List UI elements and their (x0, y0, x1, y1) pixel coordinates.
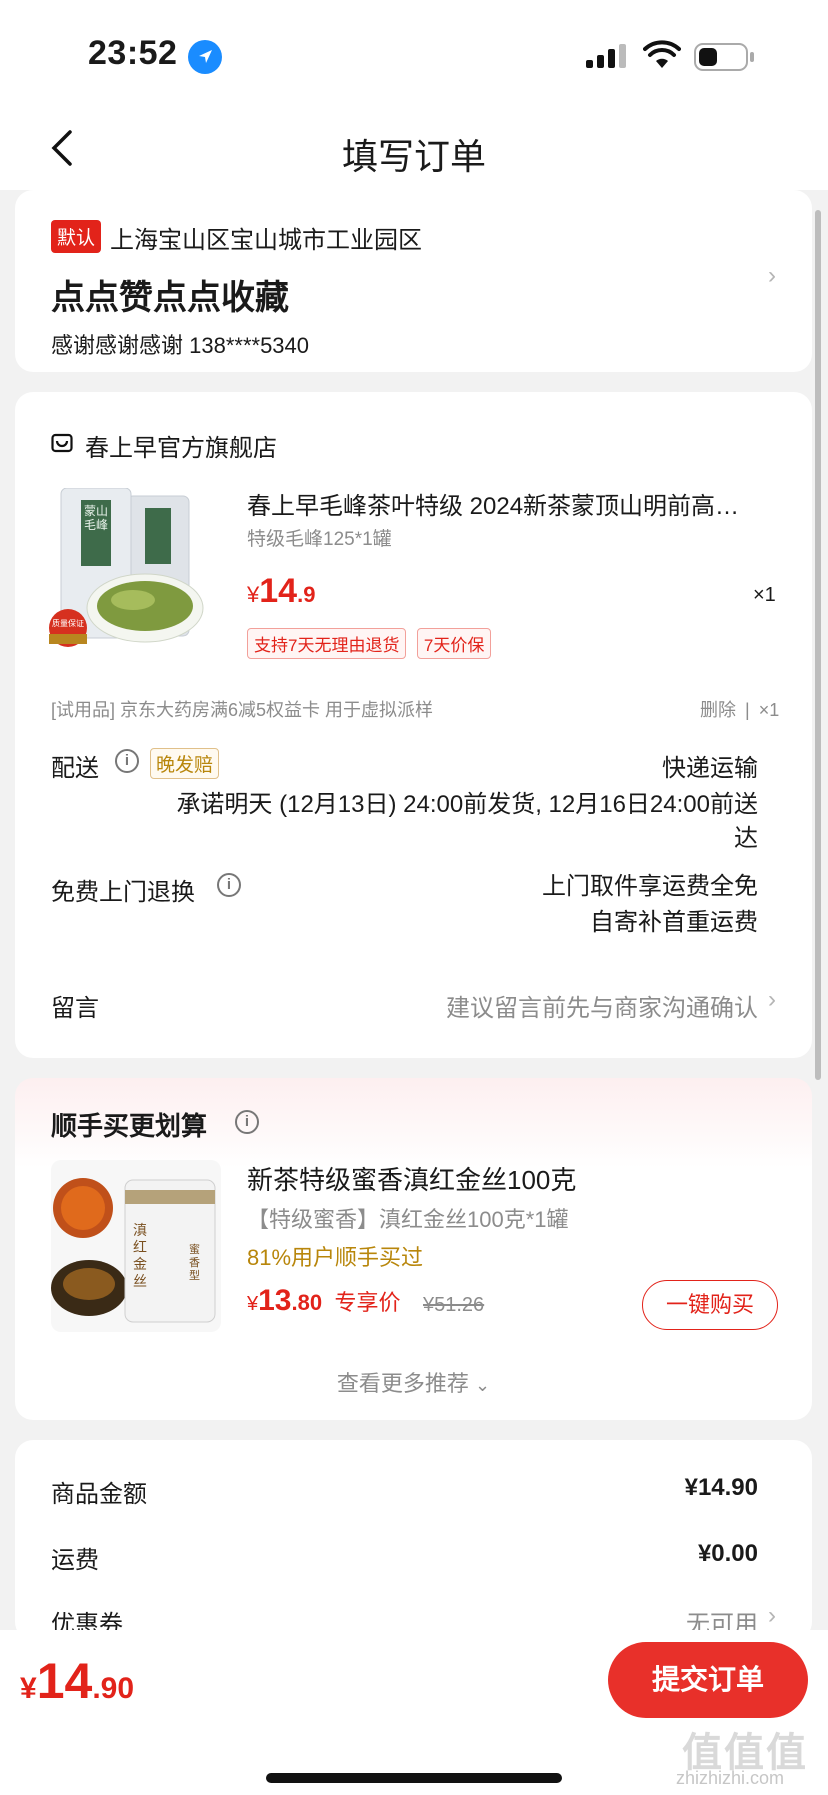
return-info-icon[interactable]: i (217, 873, 241, 897)
chevron-right-icon: › (768, 1602, 776, 1629)
trial-delete[interactable]: 删除 | ×1 (700, 696, 779, 722)
badge-price-protect: 7天价保 (416, 628, 492, 659)
delivery-method[interactable]: 快递运输 (662, 748, 758, 783)
late-delivery-badge: 晚发赔 (150, 748, 220, 779)
recommend-info-icon[interactable]: i (235, 1110, 259, 1134)
shipping-label: 运费 (51, 1547, 99, 1574)
signal-icon (586, 44, 630, 73)
delivery-info-icon[interactable]: i (115, 749, 139, 773)
product-qty: ×1 (753, 584, 776, 606)
shipping-value: ¥0.00 (697, 1540, 758, 1567)
product-image[interactable]: 蒙山毛峰 质量保证 (45, 487, 205, 658)
recommend-product-title[interactable]: 新茶特级蜜香滇红金丝100克 (247, 1160, 576, 1197)
address-detail: 点点赞点点收藏 (51, 279, 289, 317)
product-image-label: 蒙山毛峰 (83, 504, 108, 532)
product-spec[interactable]: 特级毛峰125*1罐 (247, 524, 392, 551)
badge-return: 支持7天无理由退货 (247, 628, 407, 659)
goods-amount-value: ¥14.90 (684, 1474, 758, 1501)
location-arrow-icon (188, 40, 222, 74)
trial-delete-button[interactable]: 删除 (700, 700, 736, 720)
recommend-price: ¥13.80 专享价 (247, 1284, 401, 1317)
delivery-label: 配送 (51, 755, 99, 782)
chevron-right-icon: › (768, 986, 776, 1013)
recommend-card: 顺手买更划算 i 滇红金丝 蜜香型 新茶特级蜜香滇红金丝100克 【特级蜜香】滇… (15, 1078, 812, 1420)
recommend-image-label: 滇红金丝 (133, 1222, 147, 1289)
store-card: 春上早官方旗舰店 蒙山毛峰 质量保证 春上早毛峰茶叶特级 2024新茶蒙顶山明前… (15, 392, 812, 1058)
one-click-buy-button[interactable]: 一键购买 (642, 1280, 778, 1330)
store-icon (51, 432, 73, 459)
product-title[interactable]: 春上早毛峰茶叶特级 2024新茶蒙顶山明前高… (247, 486, 787, 521)
recommend-title: 顺手买更划算 (51, 1111, 208, 1141)
status-time: 23:52 (88, 34, 178, 72)
return-line-2: 自寄补首重运费 (590, 909, 758, 936)
recommend-original-price: ¥51.26 (423, 1294, 485, 1316)
store-name[interactable]: 春上早官方旗舰店 (85, 428, 277, 463)
product-price: ¥14.9 (247, 572, 316, 610)
recommend-price-label: 专享价 (334, 1290, 401, 1315)
product-badges: 支持7天无理由退货 7天价保 (247, 628, 492, 659)
page-title: 填写订单 (341, 136, 486, 177)
address-contact: 感谢感谢感谢 138****5340 (51, 333, 310, 358)
summary-card: 商品金额 ¥14.90 运费 ¥0.00 优惠券 无可用 › (15, 1440, 812, 1640)
more-recommend-link[interactable]: 查看更多推荐 ⌄ (15, 1366, 812, 1398)
recommend-image-label-2: 蜜香型 (189, 1244, 200, 1282)
recommend-social-proof: 81%用户顺手买过 (247, 1245, 424, 1270)
quality-tag: 质量保证 (52, 619, 84, 628)
default-tag: 默认 (51, 220, 102, 253)
wifi-icon (643, 40, 681, 75)
battery-icon (694, 42, 756, 77)
watermark-url: zhizhizhi.com (676, 1768, 785, 1788)
home-indicator (266, 1773, 562, 1783)
return-label: 免费上门退换 (51, 879, 195, 906)
trial-item: [试用品] 京东大药房满6减5权益卡 用于虚拟派样 (51, 700, 434, 720)
trial-qty: ×1 (758, 700, 780, 720)
recommend-image[interactable]: 滇红金丝 蜜香型 (51, 1160, 221, 1332)
recommend-product-spec[interactable]: 【特级蜜香】滇红金丝100克*1罐 (247, 1202, 569, 1234)
message-label: 留言 (51, 995, 99, 1022)
chevron-right-icon: › (768, 262, 776, 289)
chevron-down-icon: ⌄ (475, 1375, 491, 1395)
address-card[interactable]: 默认 上海宝山区宝山城市工业园区 点点赞点点收藏 感谢感谢感谢 138****5… (15, 190, 812, 372)
delivery-promise-2: 达 (734, 825, 758, 852)
return-line-1: 上门取件享运费全免 (542, 873, 758, 900)
message-input[interactable]: 建议留言前先与商家沟通确认 (446, 988, 758, 1023)
scrollbar[interactable] (815, 210, 821, 1080)
address-region: 上海宝山区宝山城市工业园区 (110, 227, 422, 254)
delivery-promise-1: 承诺明天 (12月13日) 24:00前发货, 12月16日24:00前送 (176, 791, 758, 818)
goods-amount-label: 商品金额 (51, 1481, 147, 1508)
total-price: ¥14.90 (20, 1653, 135, 1709)
submit-order-button[interactable]: 提交订单 (608, 1642, 808, 1718)
